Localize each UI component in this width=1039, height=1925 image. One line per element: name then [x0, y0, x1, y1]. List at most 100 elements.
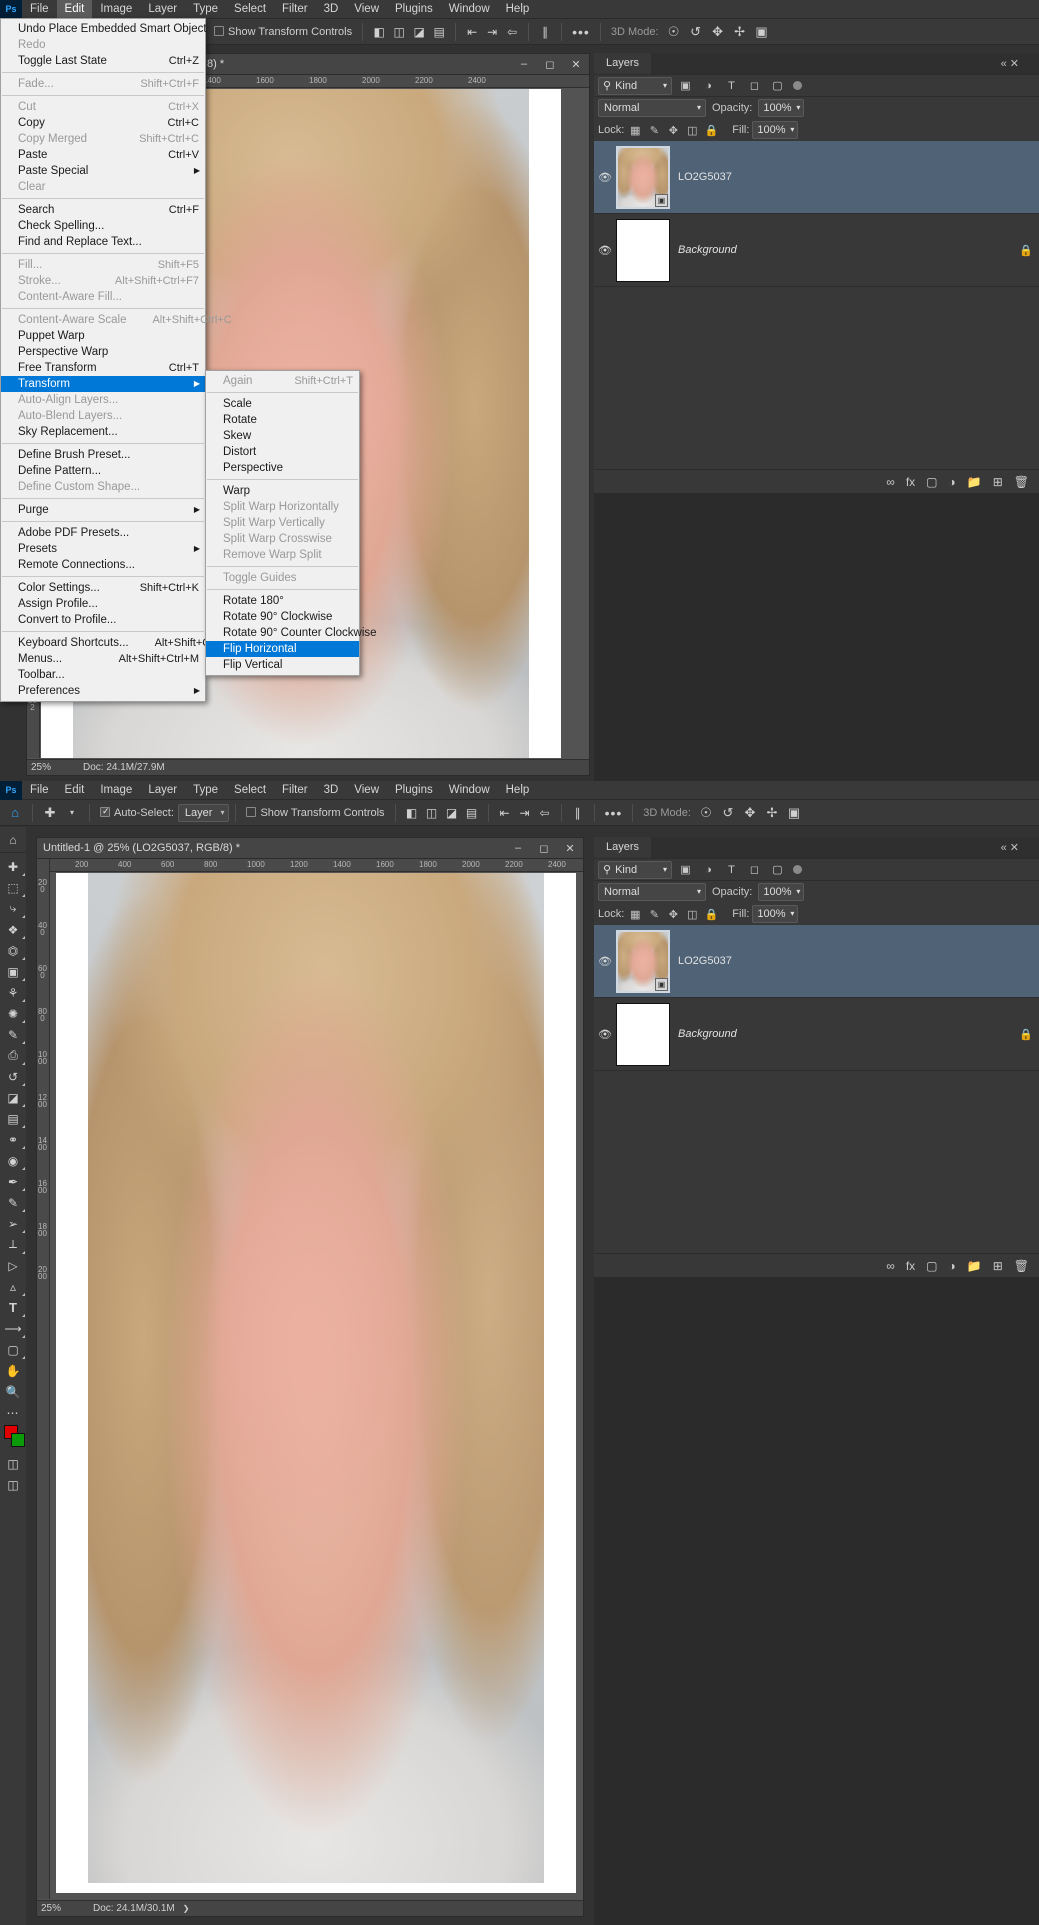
edit-menu-item-puppet-warp[interactable]: Puppet Warp [1, 328, 205, 344]
edit-menu-item-find-and-replace-text[interactable]: Find and Replace Text... [1, 234, 205, 250]
minimize-button[interactable]: – [511, 54, 537, 75]
3d-camera-icon[interactable]: ▣ [751, 21, 773, 43]
path-tool[interactable]: ⟶ [0, 1318, 26, 1339]
move-tool[interactable]: ✚ [0, 856, 26, 877]
menu-layer[interactable]: Layer [140, 0, 185, 19]
new-group-icon[interactable]: 📁 [967, 475, 982, 489]
edit-menu-item-paste[interactable]: Paste Ctrl+V [1, 147, 205, 163]
layer-visibility-icon[interactable]: 👁 [594, 244, 616, 257]
filter-smart-object-icon[interactable]: ▢ [768, 861, 787, 879]
delete-layer-icon[interactable]: 🗑 [1014, 475, 1029, 489]
menu-edit[interactable]: Edit [57, 781, 93, 800]
type-tool[interactable]: ✎ [0, 1192, 26, 1213]
lock-image-pixels-icon[interactable]: ✎ [646, 906, 662, 922]
layer-visibility-icon[interactable]: 👁 [594, 1028, 616, 1041]
distribute-icon[interactable]: ▤ [462, 803, 482, 823]
new-group-icon[interactable]: 📁 [967, 1259, 982, 1273]
3d-orbit-icon[interactable]: ☉ [695, 802, 717, 824]
edit-menu-item-adobe-pdf-presets[interactable]: Adobe PDF Presets... [1, 525, 205, 541]
distribute-vertical-icon[interactable]: ∥ [568, 803, 588, 823]
filter-toggle-switch[interactable] [793, 865, 802, 874]
transform-menu-item-scale[interactable]: Scale [206, 396, 359, 412]
background-color-swatch[interactable] [11, 1433, 25, 1447]
layer-style-icon[interactable]: fx [906, 1259, 915, 1273]
document-tab-bottom[interactable]: Untitled-1 @ 25% (LO2G5037, RGB/8) * – ◻… [37, 838, 583, 859]
transform-menu-item-perspective[interactable]: Perspective [206, 460, 359, 476]
layer-row-background[interactable]: 👁 Background 🔒 [594, 214, 1039, 287]
transform-menu-item-rotate[interactable]: Rotate [206, 412, 359, 428]
panel-collapse-icon[interactable]: « ✕ [1001, 57, 1039, 70]
zoom-level-bottom[interactable]: 25% [41, 1903, 93, 1914]
transform-menu-item-rotate-90-clockwise[interactable]: Rotate 90° Clockwise [206, 609, 359, 625]
edit-menu-item-toggle-last-state[interactable]: Toggle Last State Ctrl+Z [1, 53, 205, 69]
edit-menu-item-remote-connections[interactable]: Remote Connections... [1, 557, 205, 573]
layer-thumbnail[interactable]: ▣ [616, 929, 670, 993]
menu-window[interactable]: Window [441, 0, 498, 19]
move-tool-icon[interactable]: ✚ [39, 802, 61, 824]
link-layers-icon[interactable]: ∞ [886, 475, 895, 489]
menu-plugins[interactable]: Plugins [387, 0, 441, 19]
layer-row-background[interactable]: 👁 Background 🔒 [594, 998, 1039, 1071]
layer-name[interactable]: Background [678, 1028, 737, 1040]
align-vertical-centers-icon[interactable]: ⇥ [515, 803, 535, 823]
rectangle-tool[interactable]: ⟂ [0, 1234, 26, 1255]
lasso-tool[interactable]: ⤷ [0, 898, 26, 919]
edit-menu-item-check-spelling[interactable]: Check Spelling... [1, 218, 205, 234]
minimize-button[interactable]: – [505, 838, 531, 859]
edit-menu-item-paste-special[interactable]: Paste Special ▶ [1, 163, 205, 179]
tool-preset-chevron-icon[interactable]: ▾ [61, 802, 83, 824]
layer-name[interactable]: LO2G5037 [678, 171, 732, 183]
transform-menu-item-rotate-90-counter-clockwise[interactable]: Rotate 90° Counter Clockwise [206, 625, 377, 641]
edit-menu-item-transform[interactable]: Transform ▶ [1, 376, 205, 392]
auto-select-layer-dropdown[interactable]: Layer [177, 803, 230, 822]
transform-menu-item-warp[interactable]: Warp [206, 483, 359, 499]
add-layer-mask-icon[interactable]: ▢ [926, 1259, 937, 1273]
menu-view[interactable]: View [346, 0, 387, 19]
delete-layer-icon[interactable]: 🗑 [1014, 1259, 1029, 1273]
fill-value[interactable]: 100% [752, 121, 799, 139]
zoom-level-top[interactable]: 25% [31, 762, 83, 773]
filter-kind-dropdown[interactable]: ⚲ Kind ▾ [598, 76, 672, 95]
menu-type[interactable]: Type [185, 781, 226, 800]
filter-shape-icon[interactable]: ◻ [745, 77, 764, 95]
edit-menu-item-menus[interactable]: Menus... Alt+Shift+Ctrl+M [1, 651, 205, 667]
lock-transparent-pixels-icon[interactable]: ▦ [627, 122, 643, 138]
filter-pixel-icon[interactable]: ▣ [676, 861, 695, 879]
edit-menu-item-perspective-warp[interactable]: Perspective Warp [1, 344, 205, 360]
menu-window[interactable]: Window [441, 781, 498, 800]
brush-tool[interactable]: ✎ [0, 1024, 26, 1045]
layer-thumbnail[interactable] [616, 218, 670, 282]
menu-help[interactable]: Help [498, 781, 538, 800]
clone-stamp-tool[interactable]: ⎙ [0, 1045, 26, 1066]
adjustment-layer-icon[interactable]: ◑ [949, 475, 956, 489]
screen-mode-icon[interactable]: ◫ [0, 1474, 26, 1495]
align-top-edges-icon[interactable]: ⇤ [495, 803, 515, 823]
align-left-edges-icon[interactable]: ◧ [402, 803, 422, 823]
filter-adjustment-icon[interactable]: ◑ [699, 861, 718, 879]
3d-slide-icon[interactable]: ✢ [761, 802, 783, 824]
frame-tool[interactable]: ▣ [0, 961, 26, 982]
lock-artboard-nesting-icon[interactable]: ◫ [684, 122, 700, 138]
layer-visibility-icon[interactable]: 👁 [594, 955, 616, 968]
align-top-edges-icon[interactable]: ⇤ [462, 22, 482, 42]
menu-filter[interactable]: Filter [274, 781, 316, 800]
home-screen-button[interactable]: ⌂ [0, 827, 26, 853]
menu-select[interactable]: Select [226, 0, 274, 19]
hand-tool[interactable]: ✋ [0, 1360, 26, 1381]
align-right-edges-icon[interactable]: ◪ [409, 22, 429, 42]
blur-tool[interactable]: ⚭ [0, 1129, 26, 1150]
pen-tool[interactable]: ✒ [0, 1171, 26, 1192]
filter-type-icon[interactable]: T [722, 861, 741, 879]
show-transform-controls-checkbox[interactable]: Show Transform Controls [242, 806, 388, 819]
lock-image-pixels-icon[interactable]: ✎ [646, 122, 662, 138]
opacity-value[interactable]: 100% [758, 883, 805, 901]
edit-menu-item-color-settings[interactable]: Color Settings... Shift+Ctrl+K [1, 580, 205, 596]
home-icon[interactable]: ⌂ [4, 802, 26, 824]
edit-menu-item-toolbar[interactable]: Toolbar... [1, 667, 205, 683]
lock-artboard-nesting-icon[interactable]: ◫ [684, 906, 700, 922]
eyedropper-tool[interactable]: ⚘ [0, 982, 26, 1003]
dodge-tool[interactable]: ◉ [0, 1150, 26, 1171]
lock-all-icon[interactable]: 🔒 [703, 122, 719, 138]
zoom-tool[interactable]: 🔍 [0, 1381, 26, 1402]
spot-healing-brush-tool[interactable]: ✺ [0, 1003, 26, 1024]
